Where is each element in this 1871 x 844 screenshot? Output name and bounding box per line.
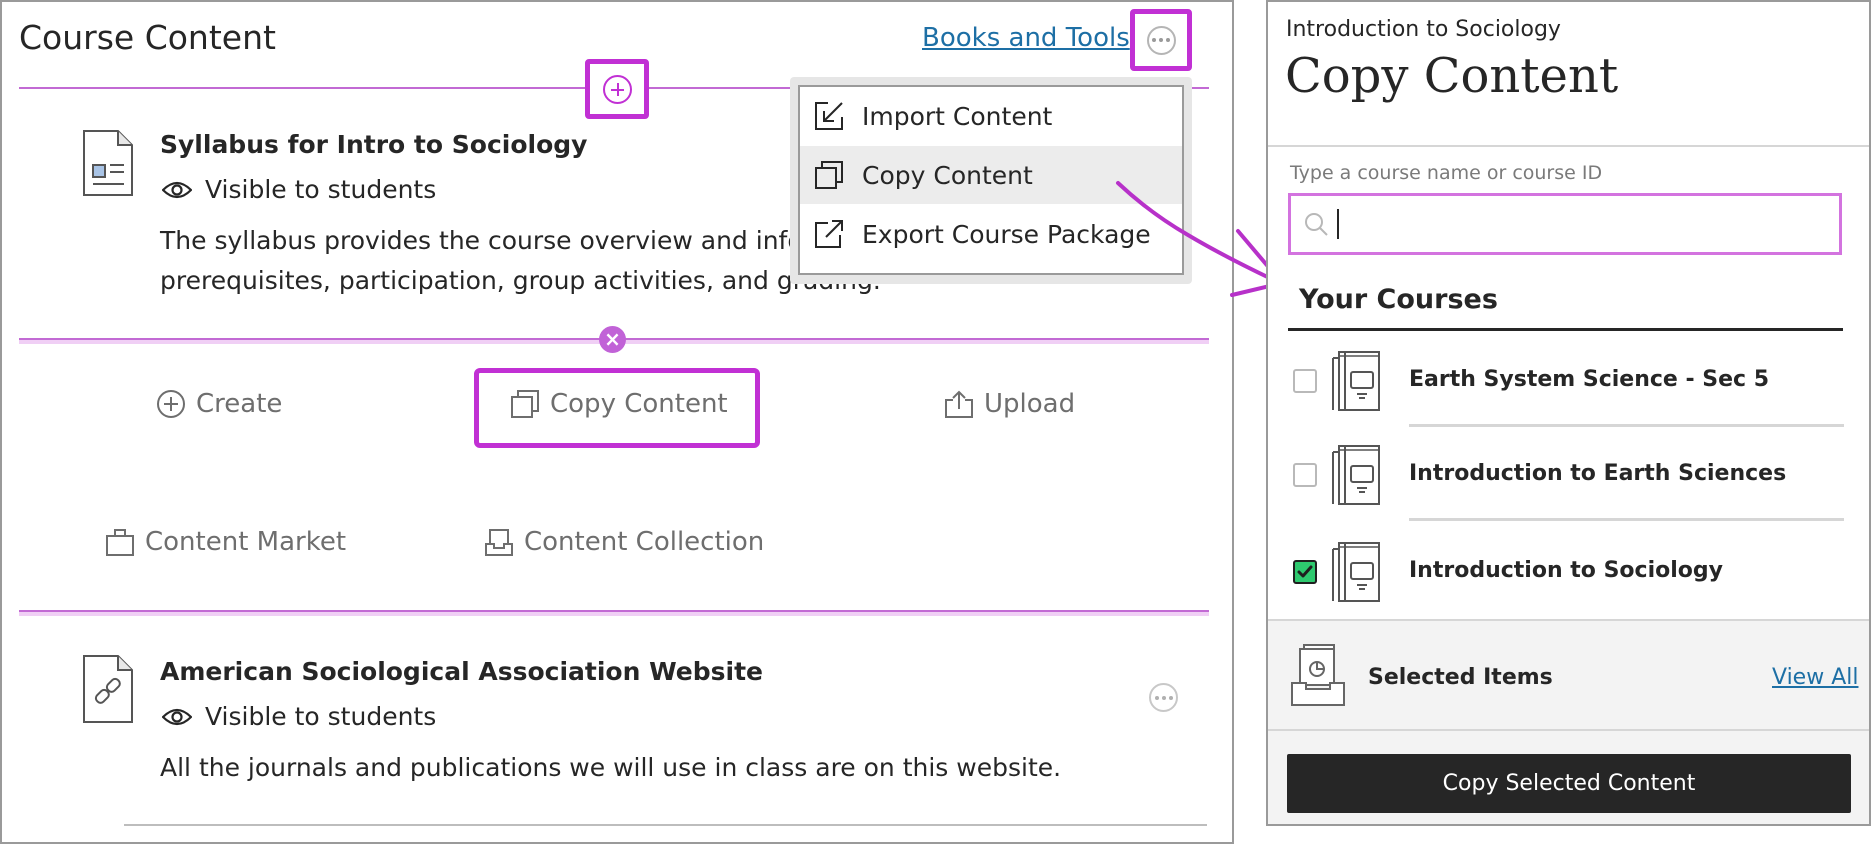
briefcase-icon [106, 529, 134, 556]
eye-icon [162, 708, 192, 725]
course-divider [1409, 518, 1844, 521]
your-courses-rule [1288, 328, 1843, 331]
view-all-link[interactable]: View All [1772, 665, 1858, 690]
header-divider [1268, 145, 1869, 147]
books-and-tools-link[interactable]: Books and Tools [922, 23, 1130, 53]
course-name: Introduction to Sociology [1409, 558, 1723, 583]
selected-items-tray-icon [1291, 644, 1345, 706]
website-description: All the journals and publications we wil… [160, 753, 1062, 782]
menu-item-label: Export Course Package [862, 219, 1151, 249]
eye-icon [162, 181, 192, 198]
website-visibility[interactable]: Visible to students [162, 702, 436, 731]
search-label: Type a course name or course ID [1290, 162, 1603, 184]
import-icon [815, 102, 843, 130]
text-cursor [1337, 209, 1339, 239]
course-search-input[interactable] [1288, 193, 1842, 255]
add-content-button[interactable] [585, 59, 649, 119]
syllabus-title[interactable]: Syllabus for Intro to Sociology [160, 130, 587, 159]
panel-title: Copy Content [1285, 48, 1619, 104]
search-icon [1305, 213, 1328, 236]
copy-selected-content-button[interactable]: Copy Selected Content [1287, 754, 1851, 813]
more-options-button[interactable] [1130, 9, 1192, 71]
course-content-panel: Course Content Books and Tools Syllabus … [0, 0, 1234, 844]
course-checkbox[interactable] [1293, 369, 1317, 393]
selected-items-footer: Selected Items View All Copy Selected Co… [1268, 619, 1869, 824]
menu-item-import-content[interactable]: Import Content [800, 87, 1182, 145]
insert-divider-bottom [19, 610, 1209, 616]
visibility-label: Visible to students [205, 702, 437, 731]
create-label: Create [196, 389, 283, 419]
syllabus-description-line-2: prerequisites, participation, group acti… [160, 266, 881, 295]
copy-icon [815, 161, 843, 189]
create-action[interactable]: Create [156, 389, 282, 419]
course-row[interactable]: Introduction to Sociology [1268, 531, 1869, 611]
item-more-options-icon[interactable] [1149, 683, 1178, 712]
upload-action[interactable]: Upload [944, 389, 1075, 419]
footer-divider [1268, 729, 1869, 731]
more-options-icon [1146, 25, 1176, 55]
course-name: Introduction to Earth Sciences [1409, 461, 1787, 486]
page-title: Course Content [19, 18, 276, 57]
course-name: Earth System Science - Sec 5 [1409, 367, 1770, 392]
course-checkbox-checked[interactable] [1293, 560, 1317, 584]
plus-circle-icon [157, 390, 185, 418]
course-book-icon [1332, 351, 1380, 411]
upload-label: Upload [984, 389, 1076, 419]
upload-icon [945, 390, 973, 418]
course-book-icon [1332, 445, 1380, 505]
syllabus-description-line-1: The syllabus provides the course overvie… [160, 226, 837, 255]
selected-items-label: Selected Items [1368, 665, 1553, 690]
syllabus-visibility[interactable]: Visible to students [162, 175, 436, 204]
course-divider [1409, 424, 1844, 427]
visibility-label: Visible to students [205, 175, 437, 204]
your-courses-heading: Your Courses [1299, 284, 1498, 315]
close-icon[interactable]: × [599, 326, 626, 353]
export-icon [815, 220, 843, 248]
content-collection-label: Content Collection [524, 527, 765, 557]
course-row[interactable]: Introduction to Earth Sciences [1268, 434, 1869, 521]
syllabus-description: The syllabus provides the course overvie… [160, 221, 881, 301]
content-market-label: Content Market [145, 527, 347, 557]
plus-circle-icon [602, 74, 632, 104]
content-market-action[interactable]: Content Market [105, 527, 346, 557]
tray-icon [485, 529, 513, 556]
copy-content-panel: Introduction to Sociology Copy Content T… [1266, 0, 1871, 826]
breadcrumb: Introduction to Sociology [1286, 17, 1561, 42]
menu-item-label: Import Content [862, 101, 1053, 131]
course-book-icon [1332, 542, 1380, 602]
link-document-icon [83, 655, 133, 723]
content-collection-action[interactable]: Content Collection [484, 527, 764, 557]
website-item-title[interactable]: American Sociological Association Websit… [160, 657, 763, 686]
syllabus-document-icon [83, 130, 133, 196]
menu-item-label: Copy Content [862, 160, 1033, 190]
course-row[interactable]: Earth System Science - Sec 5 [1268, 340, 1869, 427]
course-checkbox[interactable] [1293, 463, 1317, 487]
copy-content-highlight [474, 368, 760, 448]
item-divider [124, 824, 1207, 826]
checkmark-icon [1297, 565, 1313, 578]
